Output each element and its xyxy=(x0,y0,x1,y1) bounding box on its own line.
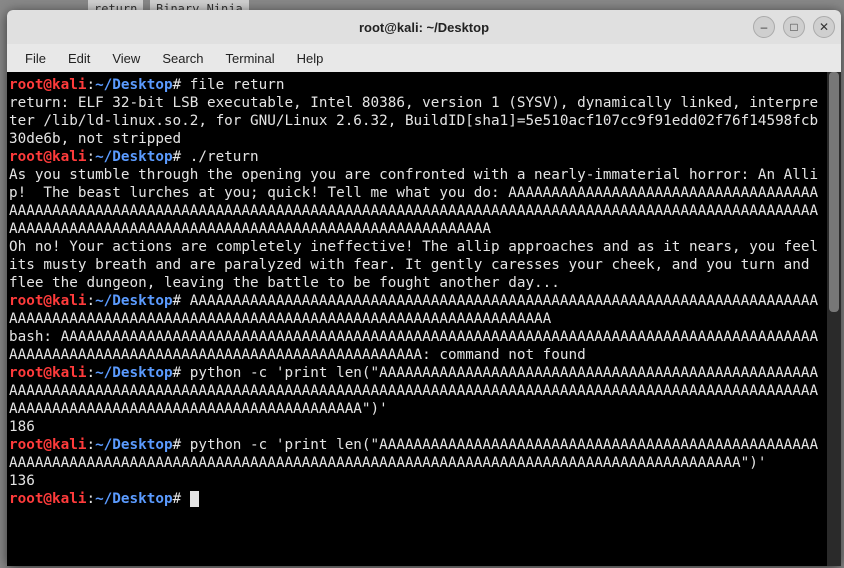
command-2: ./return xyxy=(190,149,259,165)
prompt-path: ~/Desktop xyxy=(95,437,172,453)
output-allip-intro: As you stumble through the opening you a… xyxy=(9,166,825,238)
prompt-colon: : xyxy=(86,149,95,165)
prompt-hash: # xyxy=(173,77,182,93)
prompt-user: root@kali xyxy=(9,491,86,507)
prompt-path: ~/Desktop xyxy=(95,491,172,507)
prompt-hash: # xyxy=(173,365,182,381)
prompt-path: ~/Desktop xyxy=(95,365,172,381)
prompt-hash: # xyxy=(173,149,182,165)
prompt-colon: : xyxy=(86,365,95,381)
titlebar[interactable]: root@kali: ~/Desktop – □ ✕ xyxy=(7,10,841,44)
prompt-hash: # xyxy=(173,491,182,507)
terminal-content[interactable]: root@kali:~/Desktop# file returnreturn: … xyxy=(7,72,827,566)
output-bash-notfound: bash: AAAAAAAAAAAAAAAAAAAAAAAAAAAAAAAAAA… xyxy=(9,328,825,364)
prompt-path: ~/Desktop xyxy=(95,77,172,93)
command-1: file return xyxy=(190,77,285,93)
prompt-user: root@kali xyxy=(9,77,86,93)
menubar: File Edit View Search Terminal Help xyxy=(7,44,841,72)
menu-view[interactable]: View xyxy=(102,47,150,70)
window-controls: – □ ✕ xyxy=(753,16,835,38)
prompt-hash: # xyxy=(173,293,182,309)
prompt-user: root@kali xyxy=(9,293,86,309)
prompt-path: ~/Desktop xyxy=(95,293,172,309)
output-len-186: 186 xyxy=(9,418,825,436)
prompt-user: root@kali xyxy=(9,365,86,381)
window-title: root@kali: ~/Desktop xyxy=(359,20,489,35)
minimize-button[interactable]: – xyxy=(753,16,775,38)
menu-edit[interactable]: Edit xyxy=(58,47,100,70)
menu-terminal[interactable]: Terminal xyxy=(216,47,285,70)
output-file: return: ELF 32-bit LSB executable, Intel… xyxy=(9,94,825,148)
prompt-colon: : xyxy=(86,491,95,507)
maximize-button[interactable]: □ xyxy=(783,16,805,38)
prompt-colon: : xyxy=(86,293,95,309)
prompt-hash: # xyxy=(173,437,182,453)
output-len-136: 136 xyxy=(9,472,825,490)
menu-file[interactable]: File xyxy=(15,47,56,70)
menu-search[interactable]: Search xyxy=(152,47,213,70)
prompt-colon: : xyxy=(86,77,95,93)
terminal-window: root@kali: ~/Desktop – □ ✕ File Edit Vie… xyxy=(7,10,841,566)
scrollbar[interactable] xyxy=(827,72,841,566)
scrollbar-thumb[interactable] xyxy=(829,72,839,312)
prompt-user: root@kali xyxy=(9,149,86,165)
output-allip-fail: Oh no! Your actions are completely ineff… xyxy=(9,238,825,292)
prompt-colon: : xyxy=(86,437,95,453)
menu-help[interactable]: Help xyxy=(287,47,334,70)
close-button[interactable]: ✕ xyxy=(813,16,835,38)
prompt-user: root@kali xyxy=(9,437,86,453)
terminal-area: root@kali:~/Desktop# file returnreturn: … xyxy=(7,72,841,566)
cursor-icon xyxy=(190,491,199,507)
prompt-path: ~/Desktop xyxy=(95,149,172,165)
